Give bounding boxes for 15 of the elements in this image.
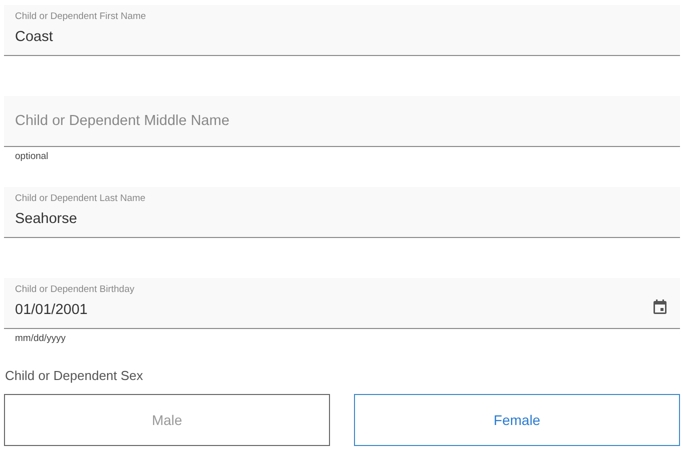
field-label: Child or Dependent Birthday [15,284,136,296]
field-label: Child or Dependent First Name [15,11,147,23]
helper-text: mm/dd/yyyy [14,332,67,345]
helper-text: optional [14,150,50,163]
field-value: Seahorse [15,210,78,229]
field-label: Child or Dependent Last Name [15,193,146,205]
field-placeholder: Child or Dependent Middle Name [15,112,230,131]
date-field[interactable]: Child or Dependent Birthday 01/01/2001 [4,278,680,329]
option-button[interactable]: Female [354,394,680,446]
calendar-icon[interactable] [652,299,668,315]
text-field[interactable]: Child or Dependent Last Name Seahorse [4,187,680,238]
text-field[interactable]: Child or Dependent First Name Coast [4,5,680,56]
field-value: 01/01/2001 [15,301,89,320]
field-value: Coast [15,28,54,47]
section-label: Child or Dependent Sex [5,368,144,384]
